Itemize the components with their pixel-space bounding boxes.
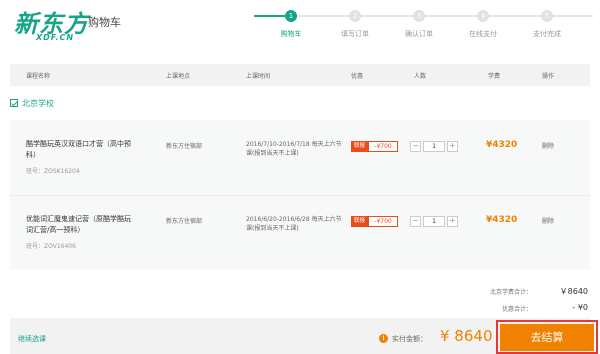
course-place: 新东方住宿部 — [166, 143, 203, 150]
col-time: 上课时间 — [246, 73, 271, 80]
discount-label: 优惠合计： — [501, 306, 532, 313]
checkout-progress: 1 2 3 4 5 购物车 填写订单 确认订单 在线支付 支付完成 — [254, 10, 598, 46]
class-code: 班号：ZOSK16204 — [26, 168, 80, 175]
col-fee: 学费 — [488, 73, 501, 80]
pay-label: 实付金额： — [392, 335, 427, 343]
promo-value: -¥700 — [368, 141, 398, 152]
page-title: 购物车 — [88, 16, 121, 29]
continue-shopping-link[interactable]: 继续选课 — [18, 334, 46, 344]
step-line — [553, 15, 593, 17]
step-2-dot: 2 — [349, 10, 361, 22]
step-4-label: 在线支付 — [469, 30, 497, 38]
cart-items: 酷学酷玩英汉双语口才营（高中预科） 班号：ZOSK16204 新东方住宿部 20… — [10, 120, 590, 270]
step-line — [297, 15, 349, 17]
increase-button[interactable]: + — [447, 216, 458, 227]
step-4-dot: 4 — [477, 10, 489, 22]
course-time: 2016/7/10-2016/7/18 每天上六节课(报到当天不上课) — [246, 141, 342, 157]
quantity-stepper: − 1 + — [410, 141, 458, 152]
pay-amount: ¥ 8640 — [440, 327, 493, 345]
cart-item: 优能词汇魔鬼速记营（原酷学酷玩词汇营/高一预科） 班号：ZOV16406 新东方… — [10, 195, 590, 270]
promo-value: -¥700 — [368, 216, 398, 227]
info-icon[interactable]: ! — [379, 334, 388, 343]
class-code: 班号：ZOV16406 — [26, 243, 76, 250]
course-time: 2016/6/20-2016/6/28 每天上六节课(报到当天不上课) — [246, 216, 342, 232]
step-3-label: 确认订单 — [405, 30, 433, 38]
quantity-value[interactable]: 1 — [423, 216, 445, 227]
quantity-value[interactable]: 1 — [423, 141, 445, 152]
course-price: ¥4320 — [486, 140, 518, 150]
discount-value: - ¥0 — [572, 303, 588, 312]
col-count: 人数 — [414, 73, 427, 80]
step-1-label: 购物车 — [280, 30, 302, 38]
cart-table-header: 课程名称 上课地点 上课时间 优惠 人数 学费 操作 — [10, 64, 590, 86]
school-name: 北京学校 — [22, 99, 54, 108]
school-checkbox[interactable] — [10, 99, 18, 107]
course-name[interactable]: 优能词汇魔鬼速记营（原酷学酷玩词汇营/高一预科） — [26, 214, 136, 236]
quantity-stepper: − 1 + — [410, 216, 458, 227]
decrease-button[interactable]: − — [410, 216, 421, 227]
course-name[interactable]: 酷学酷玩英汉双语口才营（高中预科） — [26, 139, 136, 161]
cart-item: 酷学酷玩英汉双语口才营（高中预科） 班号：ZOSK16204 新东方住宿部 20… — [10, 120, 590, 195]
step-3-dot: 3 — [413, 10, 425, 22]
step-line — [489, 15, 541, 17]
step-line — [254, 15, 285, 17]
step-2-label: 填写订单 — [341, 30, 369, 38]
col-place: 上课地点 — [166, 73, 191, 80]
checkout-button[interactable]: 去结算 — [500, 324, 594, 351]
course-price: ¥4320 — [486, 215, 518, 225]
col-action: 操作 — [542, 73, 555, 80]
step-1-dot: 1 — [285, 10, 297, 22]
delete-link[interactable]: 删除 — [542, 216, 554, 225]
subtotal-label: 北京学费合计： — [489, 289, 532, 296]
logo-english: XDF.CN — [36, 33, 75, 42]
step-line — [425, 15, 477, 17]
course-place: 新东方住宿部 — [166, 218, 203, 225]
page-header: 新东方 XDF.CN 购物车 1 2 3 4 5 购物车 填写订单 确认订单 在… — [0, 0, 600, 56]
step-5-dot: 5 — [541, 10, 553, 22]
promo-tag: 联报 — [351, 141, 368, 152]
increase-button[interactable]: + — [447, 141, 458, 152]
step-line — [361, 15, 413, 17]
step-5-label: 支付完成 — [533, 30, 561, 38]
delete-link[interactable]: 删除 — [542, 141, 554, 150]
col-course-name: 课程名称 — [26, 73, 51, 80]
decrease-button[interactable]: − — [410, 141, 421, 152]
subtotal-value: ￥8640 — [559, 287, 588, 296]
promo-tag: 联报 — [351, 216, 368, 227]
col-discount: 优惠 — [351, 73, 364, 80]
